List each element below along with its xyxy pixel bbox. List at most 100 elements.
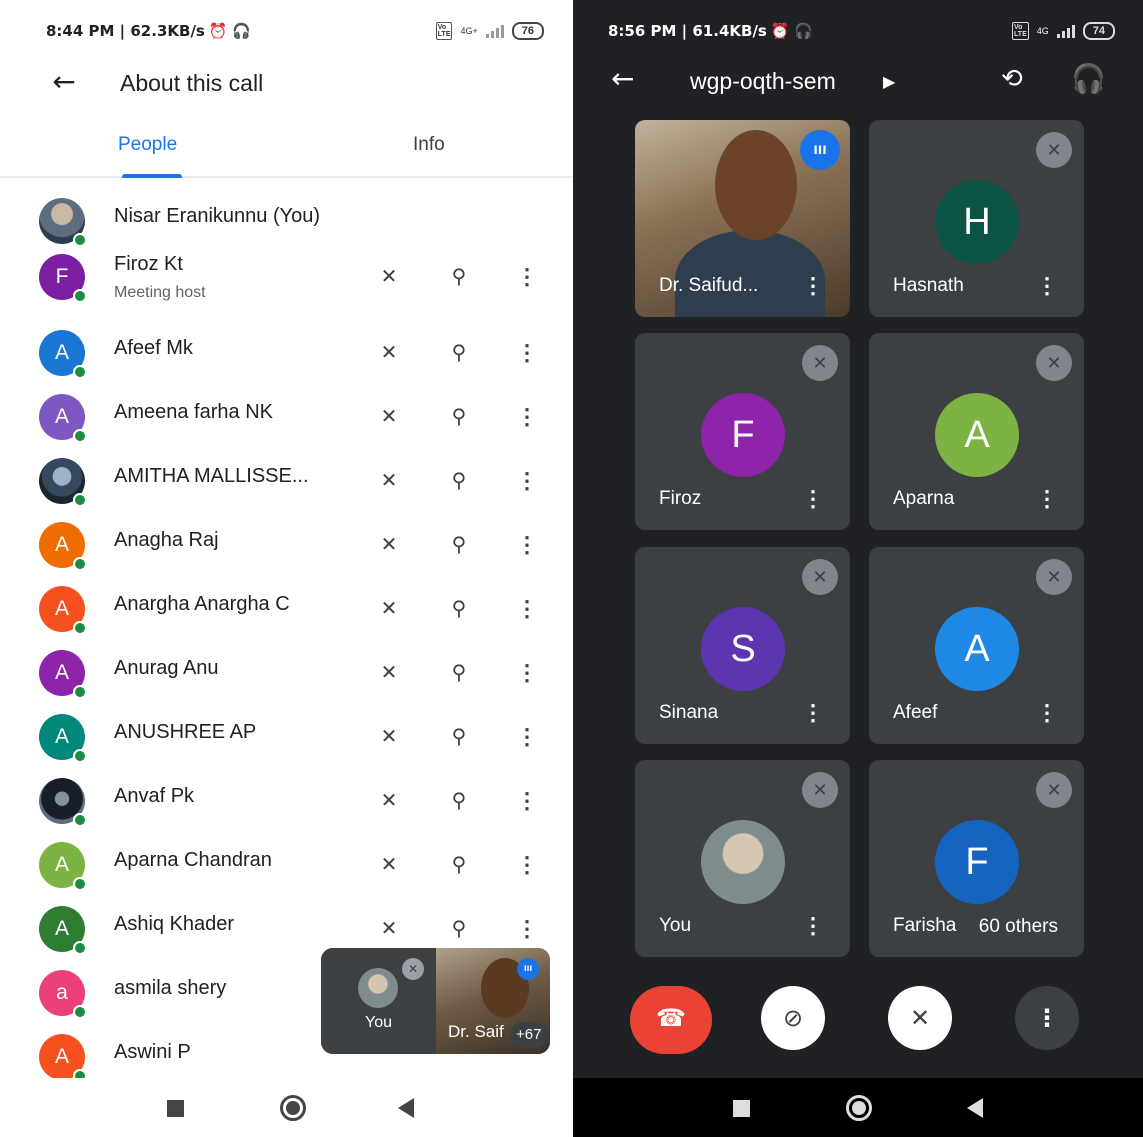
participant-tile[interactable]: A ✕ Aparna ⋮: [869, 333, 1084, 530]
battery-level: 76: [511, 22, 544, 40]
tab-indicator: [122, 174, 182, 178]
pin-icon[interactable]: ⚲: [444, 914, 474, 944]
caret-right-icon[interactable]: ▶: [883, 72, 895, 92]
meeting-top-bar: ← wgp-oqth-sem ▶ ⟲ 🎧: [573, 56, 1143, 106]
mic-off-icon[interactable]: ✕: [374, 786, 404, 816]
participant-row[interactable]: A ANUSHREE AP ✕ ⚲ ⋮: [0, 702, 572, 766]
headphones-icon[interactable]: 🎧: [1071, 62, 1106, 95]
back-button[interactable]: [967, 1098, 983, 1118]
pin-icon[interactable]: ⚲: [444, 466, 474, 496]
participant-tile[interactable]: ✕ You ⋮: [635, 760, 850, 957]
participant-name: AMITHA MALLISSE...: [114, 465, 309, 487]
pin-icon[interactable]: ⚲: [444, 594, 474, 624]
online-status-dot: [73, 685, 87, 699]
more-vert-icon[interactable]: ⋮: [512, 850, 542, 880]
others-count-chip[interactable]: 60 others: [962, 907, 1074, 947]
pin-icon[interactable]: ⚲: [444, 338, 474, 368]
participant-row[interactable]: A Anargha Anargha C ✕ ⚲ ⋮: [0, 574, 572, 638]
pin-icon[interactable]: ⚲: [444, 722, 474, 752]
mic-off-icon[interactable]: ✕: [374, 722, 404, 752]
top-app-bar: ← About this call: [0, 56, 572, 112]
camera-off-button[interactable]: ⊘: [761, 986, 825, 1050]
more-vert-icon[interactable]: ⋮: [512, 914, 542, 944]
participant-tile[interactable]: H ✕ Hasnath ⋮: [869, 120, 1084, 317]
pin-icon[interactable]: ⚲: [444, 530, 474, 560]
participant-row[interactable]: A Anurag Anu ✕ ⚲ ⋮: [0, 638, 572, 702]
more-vert-icon[interactable]: ⋮: [512, 658, 542, 688]
mic-off-icon[interactable]: ✕: [374, 914, 404, 944]
mic-off-icon[interactable]: ✕: [374, 262, 404, 292]
switch-camera-icon[interactable]: ⟲: [1001, 64, 1023, 94]
recents-button[interactable]: [167, 1100, 184, 1117]
more-vert-icon[interactable]: ⋮: [1036, 486, 1058, 512]
network-type: 4G: [1036, 26, 1049, 36]
back-arrow-icon[interactable]: ←: [611, 62, 634, 95]
more-vert-icon[interactable]: ⋮: [1036, 700, 1058, 726]
tile-name: Hasnath: [893, 275, 964, 296]
more-vert-icon[interactable]: ⋮: [512, 262, 542, 292]
meeting-screen: 8:56 PM | 61.4KB/s ⏰ 🎧 Vo LTE 4G 74 ← wgp-…: [573, 0, 1143, 1137]
mic-off-button[interactable]: ✕: [888, 986, 952, 1050]
pin-icon[interactable]: ⚲: [444, 402, 474, 432]
recents-button[interactable]: [733, 1100, 750, 1117]
mic-off-icon[interactable]: ✕: [374, 530, 404, 560]
signal-icon: [1056, 24, 1075, 38]
more-vert-icon[interactable]: ⋮: [512, 786, 542, 816]
mic-off-icon[interactable]: ✕: [374, 594, 404, 624]
participant-tile[interactable]: ııı Dr. Saifud... ⋮: [635, 120, 850, 317]
meeting-code[interactable]: wgp-oqth-sem: [690, 68, 836, 95]
more-vert-icon[interactable]: ⋮: [802, 913, 824, 939]
participant-tile[interactable]: A ✕ Afeef ⋮: [869, 547, 1084, 744]
more-vert-icon[interactable]: ⋮: [512, 594, 542, 624]
pin-icon[interactable]: ⚲: [444, 850, 474, 880]
more-vert-icon[interactable]: ⋮: [1036, 273, 1058, 299]
more-options-button[interactable]: ⋮: [1015, 986, 1079, 1050]
participant-row[interactable]: AMITHA MALLISSE... ✕ ⚲ ⋮: [0, 446, 572, 510]
tile-name: Firoz: [659, 488, 702, 509]
tile-name: You: [659, 915, 692, 936]
participant-row[interactable]: A Anagha Raj ✕ ⚲ ⋮: [0, 510, 572, 574]
mic-off-icon[interactable]: ✕: [374, 850, 404, 880]
pin-icon[interactable]: ⚲: [444, 262, 474, 292]
more-vert-icon[interactable]: ⋮: [512, 722, 542, 752]
pin-icon[interactable]: ⚲: [444, 658, 474, 688]
participant-tile[interactable]: S ✕ Sinana ⋮: [635, 547, 850, 744]
participant-name: Aswini P: [114, 1041, 191, 1063]
network-type: 4G+: [460, 26, 478, 36]
tab-people[interactable]: People: [118, 134, 177, 156]
participant-row[interactable]: Anvaf Pk ✕ ⚲ ⋮: [0, 766, 572, 830]
participant-row[interactable]: A Afeef Mk ✕ ⚲ ⋮: [0, 318, 572, 382]
tab-info[interactable]: Info: [413, 134, 445, 156]
participant-row[interactable]: F Firoz Kt Meeting host ✕ ⚲ ⋮: [0, 242, 572, 306]
more-vert-icon[interactable]: ⋮: [512, 530, 542, 560]
more-vert-icon[interactable]: ⋮: [802, 486, 824, 512]
picture-in-picture[interactable]: ✕ You ııı Dr. Saif +67: [321, 948, 550, 1054]
participant-name: ANUSHREE AP: [114, 721, 257, 743]
more-vert-icon[interactable]: ⋮: [802, 273, 824, 299]
mic-off-icon[interactable]: ✕: [374, 466, 404, 496]
home-button[interactable]: [280, 1095, 306, 1121]
more-vert-icon[interactable]: ⋮: [512, 338, 542, 368]
online-status-dot: [73, 289, 87, 303]
video-feed-face: [715, 130, 797, 240]
participant-tile[interactable]: F ✕ Farisha 60 others: [869, 760, 1084, 957]
avatar: [701, 820, 785, 904]
back-button[interactable]: [398, 1098, 414, 1118]
participant-tile[interactable]: F ✕ Firoz ⋮: [635, 333, 850, 530]
participant-row[interactable]: A Ameena farha NK ✕ ⚲ ⋮: [0, 382, 572, 446]
more-vert-icon[interactable]: ⋮: [802, 700, 824, 726]
online-status-dot: [73, 1005, 87, 1019]
back-arrow-icon[interactable]: ←: [48, 66, 80, 98]
pin-icon[interactable]: ⚲: [444, 786, 474, 816]
mic-off-icon[interactable]: ✕: [374, 402, 404, 432]
pip-speaker-video: ııı Dr. Saif +67: [436, 948, 550, 1054]
participant-row[interactable]: A Aparna Chandran ✕ ⚲ ⋮: [0, 830, 572, 894]
avatar: A: [935, 393, 1019, 477]
end-call-button[interactable]: ☎: [630, 986, 712, 1054]
more-vert-icon[interactable]: ⋮: [512, 466, 542, 496]
more-vert-icon[interactable]: ⋮: [512, 402, 542, 432]
participant-row[interactable]: Nisar Eranikunnu (You): [0, 186, 572, 250]
mic-off-icon[interactable]: ✕: [374, 658, 404, 688]
home-button[interactable]: [846, 1095, 872, 1121]
mic-off-icon[interactable]: ✕: [374, 338, 404, 368]
